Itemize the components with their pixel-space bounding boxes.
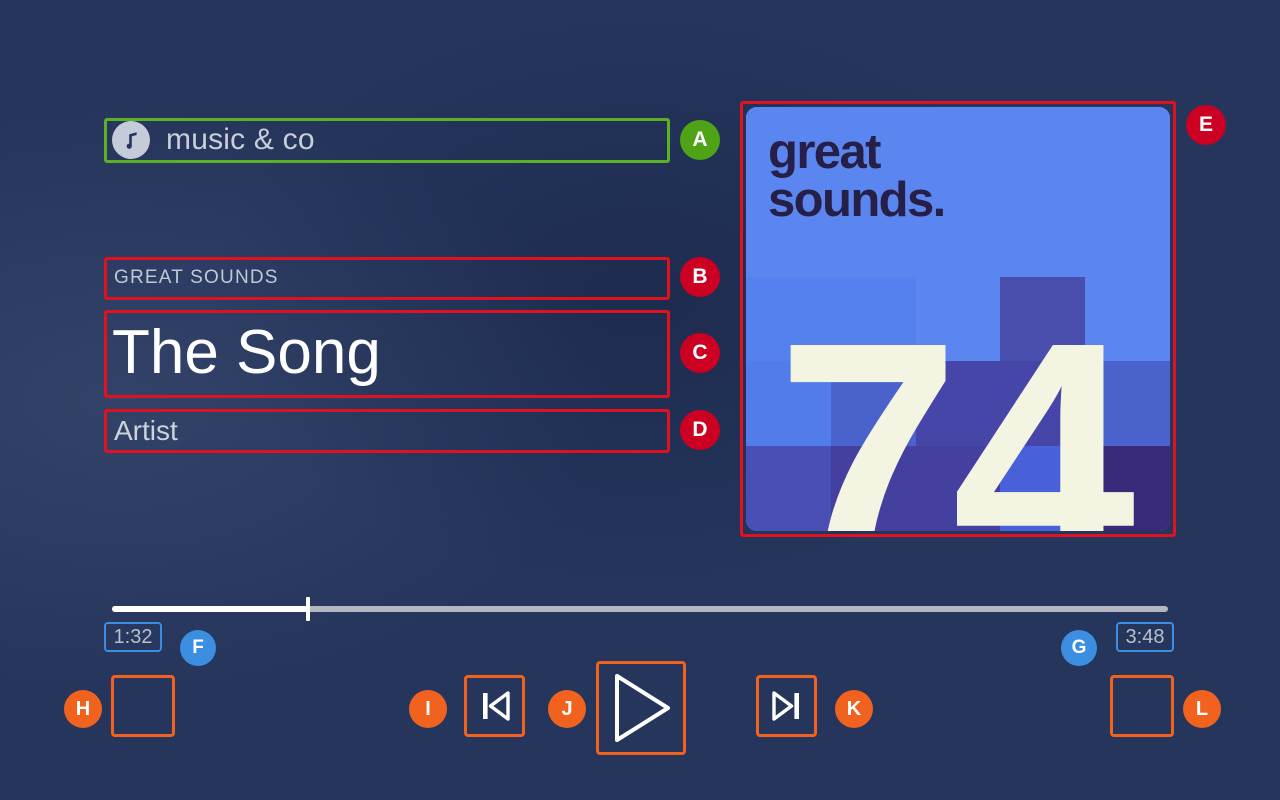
annotation-badge-l: L [1183,690,1221,728]
annotation-badge-f: F [180,630,216,666]
artist-name: Artist [114,415,178,446]
annotation-badge-h: H [64,690,102,728]
annotation-badge-j: J [548,690,586,728]
album-art[interactable]: great sounds. 74 [746,107,1170,531]
annotation-badge-d: D [680,410,720,450]
annotation-badge-e: E [1186,105,1226,145]
album-art-tile [1085,107,1170,192]
album-label: GREAT SOUNDS [114,267,279,288]
previous-track-button[interactable] [465,676,525,736]
annotation-badge-b: B [680,257,720,297]
album-art-number: 74 [776,273,1135,532]
progress-bar-fill [112,606,309,612]
track-title: The Song [112,318,381,387]
next-track-button[interactable] [757,676,817,736]
music-player-screen: music & co GREAT SOUNDS The Song Artist … [0,0,1280,800]
album-art-tile [1085,191,1170,277]
skip-next-icon [765,684,809,728]
annotation-badge-g: G [1061,630,1097,666]
album-art-wordmark-line1: great [768,125,881,179]
shuffle-button[interactable] [113,676,173,736]
progress-bar-handle[interactable] [306,597,311,621]
current-time: 1:32 [113,625,153,648]
music-note-icon [112,121,150,159]
annotation-badge-c: C [680,333,720,373]
total-time: 3:48 [1125,625,1165,648]
repeat-button[interactable] [1111,676,1171,736]
album-art-tile [1000,191,1086,277]
annotation-badge-k: K [835,690,873,728]
album-art-tile [1000,107,1086,192]
app-name: music & co [166,123,315,156]
album-art-wordmark: great sounds. [768,125,946,227]
play-icon [606,670,676,746]
album-art-wordmark-line2: sounds. [768,172,946,227]
annotation-badge-i: I [409,690,447,728]
progress-bar[interactable] [112,597,1168,621]
play-button[interactable] [597,661,685,755]
annotation-badge-a: A [680,120,720,160]
skip-previous-icon [473,684,517,728]
app-header: music & co [112,118,670,162]
